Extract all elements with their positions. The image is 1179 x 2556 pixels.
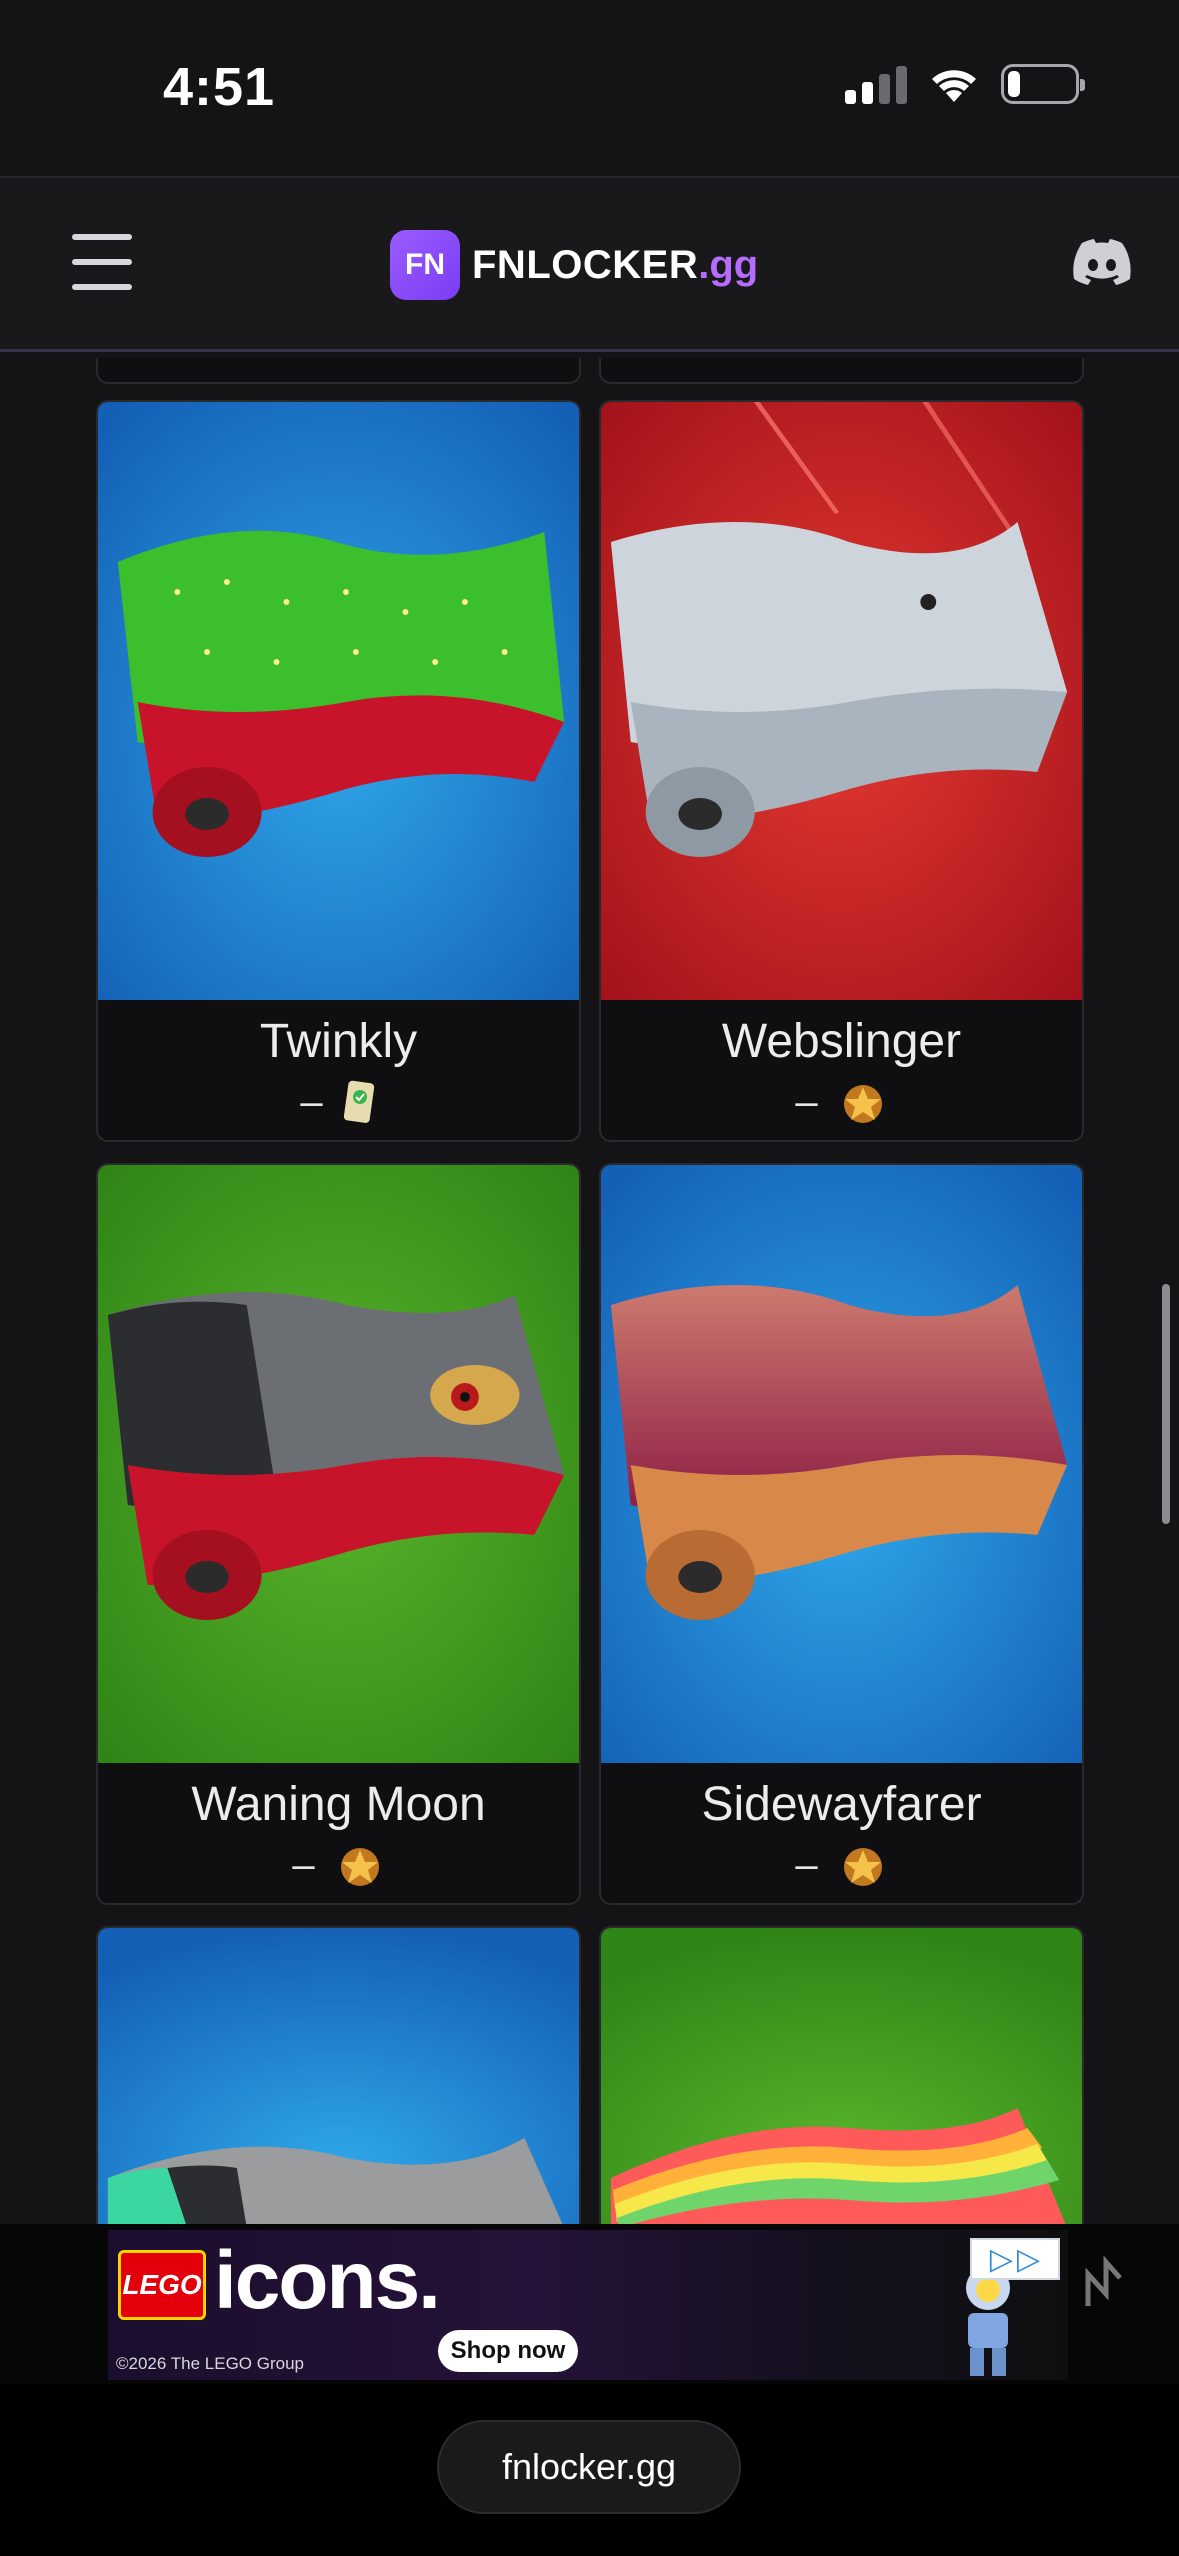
paper-card-icon: [343, 1080, 374, 1123]
ad-copyright: ©2026 The LEGO Group: [116, 2354, 304, 2373]
item-source: –: [601, 1079, 1082, 1125]
card-partial[interactable]: [96, 358, 581, 384]
logo-tld: .gg: [698, 242, 759, 287]
item-image: [98, 1165, 579, 1763]
item-image: [98, 402, 579, 1000]
item-title: Waning Moon: [191, 1778, 486, 1831]
site-header: FN FNLOCKER .gg: [0, 176, 1179, 352]
ad-choices-icon[interactable]: ▷ ▷: [970, 2238, 1060, 2280]
item-source: –: [98, 1842, 579, 1888]
item-title: Twinkly: [259, 1015, 418, 1068]
discord-icon[interactable]: [1073, 238, 1131, 286]
logo-badge: FN: [390, 230, 460, 300]
item-title: Sidewayfarer: [701, 1778, 982, 1831]
item-source: –: [601, 1842, 1082, 1888]
source-separator: –: [292, 1842, 315, 1887]
item-image: [601, 402, 1082, 1000]
item-card[interactable]: Waning Moon –: [96, 1163, 581, 1905]
shop-now-button[interactable]: Shop now: [438, 2330, 578, 2372]
scrollbar[interactable]: [1162, 1284, 1170, 1524]
ad-close-icon[interactable]: [1082, 2254, 1126, 2314]
battery-icon: [1001, 64, 1085, 104]
card-partial[interactable]: [599, 358, 1084, 384]
cellular-signal-icon: [845, 64, 907, 104]
menu-icon[interactable]: [72, 234, 132, 290]
wifi-icon: [932, 70, 976, 102]
item-title: Webslinger: [721, 1015, 962, 1068]
ad-headline: icons.: [214, 2235, 441, 2326]
item-image: [98, 1928, 579, 2226]
item-card[interactable]: Twinkly –: [96, 400, 581, 1142]
status-bar: 4:51: [0, 0, 1179, 176]
source-separator: –: [795, 1079, 818, 1124]
item-source: –: [98, 1079, 579, 1125]
item-card[interactable]: [96, 1926, 581, 2226]
site-logo[interactable]: FN FNLOCKER .gg: [390, 230, 758, 300]
item-card[interactable]: [599, 1926, 1084, 2226]
screen: 4:51 FN FNLOCKER .gg Twinkly – Webslinge…: [0, 0, 1179, 2556]
item-card[interactable]: Webslinger –: [599, 400, 1084, 1142]
ad-banner: LEGO icons. ©2026 The LEGO Group Shop no…: [0, 2224, 1179, 2384]
browser-url-bar: fnlocker.gg: [0, 2384, 1179, 2556]
source-separator: –: [795, 1842, 818, 1887]
logo-name: FNLOCKER: [472, 242, 699, 287]
battle-star-icon: [340, 1848, 379, 1886]
url-field[interactable]: fnlocker.gg: [437, 2420, 741, 2514]
ad-creative[interactable]: LEGO icons. ©2026 The LEGO Group Shop no…: [108, 2230, 1068, 2380]
source-separator: –: [300, 1079, 323, 1124]
item-card[interactable]: Sidewayfarer –: [599, 1163, 1084, 1905]
battle-star-icon: [843, 1848, 882, 1886]
lego-logo: LEGO: [118, 2250, 206, 2320]
status-time: 4:51: [163, 57, 276, 117]
status-icons: [845, 64, 1085, 104]
item-image: [601, 1928, 1082, 2226]
battle-star-icon: [843, 1085, 882, 1123]
item-image: [601, 1165, 1082, 1763]
